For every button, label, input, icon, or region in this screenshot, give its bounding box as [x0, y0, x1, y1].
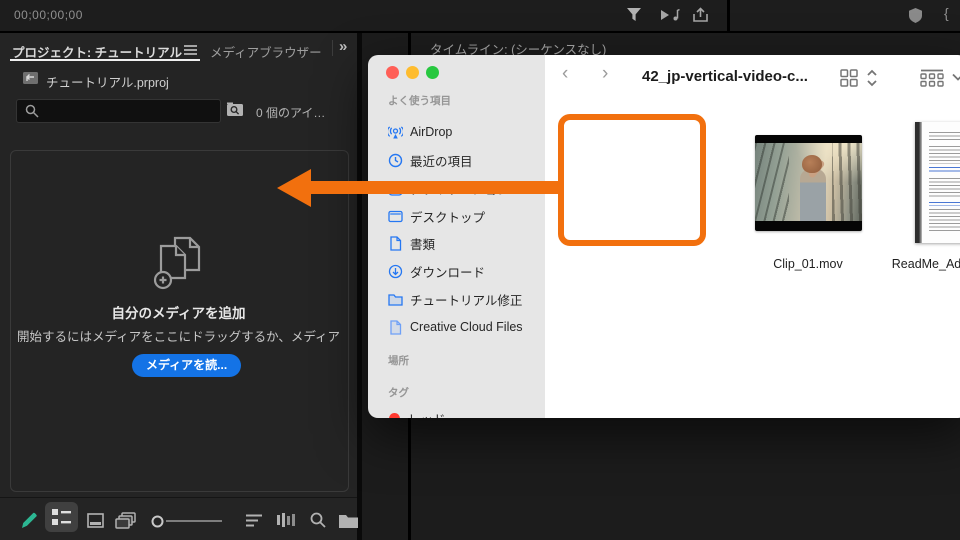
- drag-arrow-head: [277, 169, 311, 207]
- shield-icon[interactable]: [908, 8, 928, 25]
- drag-arrow-shaft: [303, 181, 563, 194]
- file-clip01-thumbnail[interactable]: [755, 135, 862, 231]
- sidebar-item-downloads[interactable]: ダウンロード: [380, 260, 548, 282]
- back-button[interactable]: ‹: [562, 63, 568, 85]
- view-stepper-chevrons-icon[interactable]: [866, 68, 878, 88]
- file-readme-pdf-label[interactable]: ReadMe_AdobeStock.pdf: [883, 257, 960, 271]
- airdrop-icon: [388, 125, 403, 138]
- zoom-slider-knob[interactable]: [151, 515, 164, 528]
- freeform-view-button[interactable]: [112, 505, 142, 535]
- icon-view-button[interactable]: [80, 505, 110, 535]
- sidebar-item-creative-cloud-files[interactable]: Creative Cloud Files: [380, 316, 548, 338]
- automate-to-sequence-icon[interactable]: [271, 505, 301, 535]
- cloud-document-icon: [390, 319, 402, 335]
- search-bin-icon[interactable]: [226, 101, 244, 117]
- sidebar-item-recents[interactable]: 最近の項目: [380, 149, 548, 171]
- add-media-icon: [152, 236, 208, 290]
- red-tag-icon: [389, 412, 400, 418]
- audio-preview-icon[interactable]: [660, 7, 680, 24]
- window-title: 42_jp-vertical-video-c...: [642, 68, 808, 85]
- import-media-button[interactable]: メディアを読...: [132, 354, 242, 377]
- tab-media-browser[interactable]: メディアブラウザー: [210, 42, 322, 61]
- bin-up-icon[interactable]: [22, 71, 39, 85]
- search-icon: [25, 104, 39, 118]
- sidebar-section-favorites: よく使う項目: [388, 95, 451, 107]
- project-panel: プロジェクト: チュートリアル メディアブラウザー » チュートリアル.prpr…: [0, 33, 358, 540]
- group-by-icon[interactable]: [920, 69, 944, 87]
- sidebar-item-desktop[interactable]: デスクトップ: [380, 205, 548, 227]
- find-icon[interactable]: [303, 505, 333, 535]
- tab-divider: [332, 40, 333, 56]
- item-count: 0 個のアイ…: [256, 106, 326, 120]
- minimize-traffic-light[interactable]: [406, 66, 419, 79]
- zoom-slider-track[interactable]: [166, 520, 222, 522]
- sidebar-item-airdrop[interactable]: AirDrop: [380, 121, 548, 143]
- toolbar-separator: [0, 497, 357, 498]
- panel-edge-icon[interactable]: {: [944, 5, 949, 21]
- active-tab-underline: [10, 59, 200, 61]
- timecode: 00;00;00;00: [14, 8, 83, 22]
- top-bar-divider: [727, 0, 730, 31]
- panel-menu-icon[interactable]: [184, 45, 197, 56]
- close-traffic-light[interactable]: [386, 66, 399, 79]
- sidebar-item-tag-red[interactable]: レッド: [380, 407, 548, 418]
- sidebar-item-documents[interactable]: 書類: [380, 232, 548, 254]
- tab-overflow-chevrons[interactable]: »: [339, 38, 347, 55]
- new-bin-icon[interactable]: [333, 505, 363, 535]
- list-view-button[interactable]: [45, 502, 78, 532]
- empty-state-subtitle: 開始するにはメディアをここにドラッグするか、メディア: [16, 330, 340, 344]
- filter-icon[interactable]: [626, 7, 646, 24]
- file-readme-pdf-icon[interactable]: [915, 122, 960, 243]
- download-icon: [388, 264, 403, 278]
- file-clip01-label[interactable]: Clip_01.mov: [748, 257, 868, 271]
- quick-export-icon[interactable]: [692, 7, 712, 24]
- empty-state-title: 自分のメディアを追加: [111, 306, 246, 321]
- desktop-icon: [388, 210, 403, 222]
- icon-view-picker-icon[interactable]: [840, 69, 858, 87]
- highlight-box: [558, 114, 706, 246]
- folder-icon: [388, 293, 403, 306]
- chevron-down-icon[interactable]: [952, 73, 960, 81]
- writable-pencil-icon[interactable]: [14, 505, 44, 535]
- clock-icon: [388, 153, 403, 167]
- zoom-traffic-light[interactable]: [426, 66, 439, 79]
- sidebar-item-tutorial-folder[interactable]: チュートリアル修正: [380, 288, 548, 310]
- premiere-top-bar: 00;00;00;00 {: [0, 0, 960, 31]
- sidebar-section-locations: 場所: [388, 355, 409, 367]
- sidebar-section-tags: タグ: [388, 387, 409, 399]
- bin-path-label[interactable]: チュートリアル.prproj: [46, 72, 169, 91]
- finder-sidebar: よく使う項目 AirDrop 最近の項目 A アプリケーション デスクトップ 書…: [368, 55, 546, 418]
- search-input[interactable]: [16, 99, 221, 123]
- sort-icon[interactable]: [239, 505, 269, 535]
- forward-button[interactable]: ›: [602, 63, 608, 85]
- screen: 00;00;00;00 { プロジェクト: チュートリアル メディアブラウザー …: [0, 0, 960, 540]
- document-icon: [390, 235, 402, 251]
